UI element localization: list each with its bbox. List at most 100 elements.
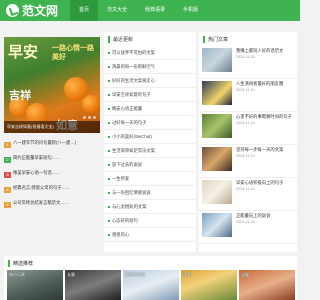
hot-meta: 正能量向上的说说 2024-11-01 — [236, 213, 270, 224]
hot-item[interactable]: 人生清闲者最好的朋友圈 2024-11-01 — [199, 79, 297, 112]
hot-thumbnail[interactable] — [202, 213, 232, 237]
hot-item-title[interactable]: 心里不好的事需要时间的句子 — [236, 114, 292, 119]
hero-banner[interactable]: 早安 一路心情一路美好 吉祥 如意 早安吉祥如意(祝福语大全) — [4, 37, 100, 133]
carousel-dots[interactable] — [83, 116, 96, 119]
hot-thumbnail[interactable] — [202, 147, 232, 171]
picks-row: 城市风景 长廊 美好的早晨 花开 温暖 — [7, 270, 295, 300]
hot-meta: 心里不好的事需要时间的句子 2024-11-01 — [236, 114, 292, 125]
latest-item[interactable]: 晚安心语正能量 — [104, 102, 196, 116]
hot-meta: 早安心语积极向上的句子 2024-11-01 — [236, 180, 283, 191]
list-item-text: 简约正能量早安短句…… — [13, 155, 61, 160]
hot-item[interactable]: 我嘴上都别人好的话范文 2024-11-01 — [199, 46, 297, 79]
hot-item-date: 2024-11-01 — [236, 121, 256, 125]
hot-header: 热门文章 — [203, 34, 228, 44]
hot-meta: 我嘴上都别人好的话范文 2024-11-01 — [236, 48, 283, 59]
hot-thumbnail[interactable] — [202, 114, 232, 138]
hot-item-title[interactable]: 正能量向上的说说 — [236, 213, 270, 218]
hot-item-title[interactable]: 我嘴上都别人好的话范文 — [236, 48, 283, 53]
section-marker — [8, 259, 10, 267]
latest-item[interactable]: 一生所爱 — [104, 172, 196, 186]
nav-item-essays[interactable]: 范文大全 — [98, 0, 136, 21]
hot-item[interactable]: 正能量向上的说说 2024-11-01 — [199, 211, 297, 244]
rank-badge: 3 — [4, 172, 11, 178]
hot-list: 我嘴上都别人好的话范文 2024-11-01 人生清闲者最好的朋友圈 2024-11-… — [199, 46, 297, 244]
list-item-text: 唯美早安心语一句话…… — [13, 170, 61, 175]
hot-meta: 人生清闲者最好的朋友圈 2024-11-01 — [236, 81, 283, 92]
logo-text: 范文网 — [22, 4, 59, 18]
nav-menu: 首页 范文大全 经典语录 手机版 — [70, 0, 207, 21]
hot-item-date: 2024-11-01 — [236, 154, 256, 158]
hero-text-side: 一路心情一路美好 — [52, 43, 94, 61]
list-item[interactable]: 5 公司年终总结发言稿范文…… — [4, 200, 100, 214]
pick-caption: 温暖 — [241, 272, 249, 277]
latest-item[interactable]: 清晨的每一份新鲜空气 — [104, 60, 196, 74]
nav-item-mobile[interactable]: 手机版 — [174, 0, 207, 21]
rank-badge: 1 — [4, 142, 11, 148]
hot-title: 热门文章 — [208, 36, 229, 43]
pick-caption: 美好的早晨 — [125, 272, 145, 277]
rank-badge: 2 — [4, 157, 11, 163]
nav-item-home[interactable]: 首页 — [70, 0, 99, 21]
latest-title: 最近更新 — [113, 36, 134, 43]
hero-caption: 早安吉祥如意(祝福语大全) — [4, 121, 100, 133]
list-item-text: 公司年终总结发言稿范文…… — [13, 200, 69, 205]
hot-thumbnail[interactable] — [202, 48, 232, 72]
latest-item[interactable]: 放下过去的说说 — [104, 158, 196, 172]
latest-item[interactable]: 小小的美好(WeChat) — [104, 130, 196, 144]
pick-card[interactable]: 美好的早晨 — [123, 270, 179, 300]
latest-item[interactable]: 过好每一天的句子 — [104, 116, 196, 130]
hot-item-title[interactable]: 人生清闲者最好的朋友圈 — [236, 81, 283, 86]
top-nav-bar: 范文网 首页 范文大全 经典语录 手机版 — [0, 0, 300, 21]
pick-card[interactable]: 花开 — [181, 270, 237, 300]
pick-caption: 城市风景 — [9, 272, 25, 277]
hot-item-date: 2024-11-01 — [236, 220, 256, 224]
picks-title: 精选推荐 — [13, 260, 34, 267]
orange-decoration — [82, 95, 100, 113]
hot-item[interactable]: 坚持每一步每一天的文案 2024-11-01 — [199, 145, 297, 178]
pick-card[interactable]: 城市风景 — [7, 270, 63, 300]
list-item[interactable]: 3 唯美早安心语一句话…… — [4, 170, 100, 184]
list-item[interactable]: 2 简约正能量早安短句…… — [4, 155, 100, 169]
latest-item[interactable]: 早安吉祥如意的句子 — [104, 88, 196, 102]
list-item[interactable]: 1 八一建军节的诗句最新(八一建…) — [4, 140, 100, 154]
hot-articles-panel: 热门文章 我嘴上都别人好的话范文 2024-11-01 人生清闲者最好的朋友圈 202… — [199, 32, 297, 252]
pick-card[interactable]: 长廊 — [65, 270, 121, 300]
list-item-text: 经典名言:感恩父母的句子…… — [13, 185, 71, 190]
latest-item[interactable]: 与一份回忆情感说说 — [104, 186, 196, 200]
ranked-list: 1 八一建军节的诗句最新(八一建…) 2 简约正能量早安短句…… 3 唯美早安心语一句… — [4, 140, 100, 215]
hot-thumbnail[interactable] — [202, 81, 232, 105]
picks-panel: 精选推荐 城市风景 长廊 美好的早晨 花开 温暖 — [4, 256, 297, 300]
hot-item-date: 2024-11-01 — [236, 55, 256, 59]
latest-item[interactable]: 生活简单知足常乐文案 — [104, 144, 196, 158]
logo-icon — [6, 4, 19, 17]
section-marker — [108, 35, 110, 43]
latest-list: 可以放弃不可怕的文案 清晨的每一份新鲜空气 好好的生活文案很走心 早安吉祥如意的句子晚… — [104, 46, 196, 242]
latest-item[interactable]: 心态好的短句 — [104, 214, 196, 228]
latest-item[interactable]: 感恩的心 — [104, 228, 196, 242]
hot-item[interactable]: 心里不好的事需要时间的句子 2024-11-01 — [199, 112, 297, 145]
list-item-text: 八一建军节的诗句最新(八一建…) — [13, 140, 77, 145]
hot-item-title[interactable]: 早安心语积极向上的句子 — [236, 180, 283, 185]
rank-badge: 4 — [4, 187, 11, 193]
nav-item-quotes[interactable]: 经典语录 — [136, 0, 174, 21]
latest-updates-panel: 最近更新 可以放弃不可怕的文案 清晨的每一份新鲜空气 好好的生活文案很走心 早安吉祥如… — [104, 32, 196, 252]
latest-item[interactable]: 与心灵相处的文案 — [104, 200, 196, 214]
list-item[interactable]: 4 经典名言:感恩父母的句子…… — [4, 185, 100, 199]
hot-item-date: 2024-11-01 — [236, 88, 256, 92]
hot-item-date: 2024-11-01 — [236, 187, 256, 191]
rank-badge: 5 — [4, 202, 11, 208]
latest-header: 最近更新 — [108, 34, 133, 44]
hot-item-title[interactable]: 坚持每一步每一天的文案 — [236, 147, 283, 152]
latest-item[interactable]: 可以放弃不可怕的文案 — [104, 46, 196, 60]
pick-caption: 花开 — [183, 272, 191, 277]
pick-card[interactable]: 温暖 — [239, 270, 295, 300]
hot-thumbnail[interactable] — [202, 180, 232, 204]
hot-meta: 坚持每一步每一天的文案 2024-11-01 — [236, 147, 283, 158]
pick-caption: 长廊 — [67, 272, 75, 277]
hero-text-mid: 吉祥 — [9, 89, 31, 102]
hot-item[interactable]: 早安心语积极向上的句子 2024-11-01 — [199, 178, 297, 211]
latest-item[interactable]: 好好的生活文案很走心 — [104, 74, 196, 88]
site-logo[interactable]: 范文网 — [6, 3, 58, 18]
hero-text-top: 早安 — [8, 43, 39, 61]
picks-header: 精选推荐 — [8, 258, 33, 268]
